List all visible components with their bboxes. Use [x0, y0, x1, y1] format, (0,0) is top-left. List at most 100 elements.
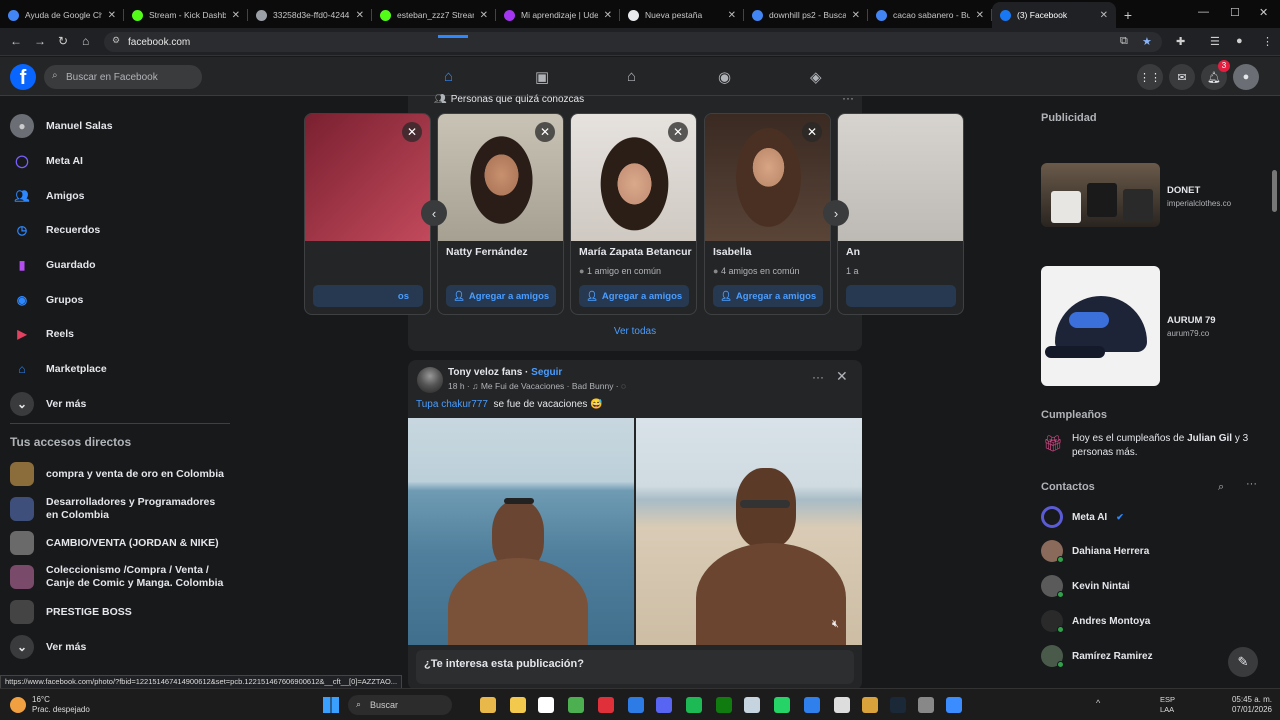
files-icon[interactable]: [510, 697, 526, 713]
contact-item[interactable]: Kevin Nintai: [1041, 574, 1130, 598]
follow-button[interactable]: Seguir: [531, 367, 562, 378]
weather-widget[interactable]: 16°C Prac. despejado: [32, 695, 90, 715]
steam-icon[interactable]: [890, 697, 906, 713]
person-name[interactable]: An: [846, 246, 860, 258]
mute-icon[interactable]: 🔇︎: [832, 618, 839, 631]
capture-icon[interactable]: [918, 697, 934, 713]
home-nav-icon[interactable]: ⌂: [444, 68, 453, 85]
steam-icon[interactable]: [744, 697, 760, 713]
browser-tab[interactable]: Ayuda de Google Ch ✕: [0, 2, 124, 28]
vscode-icon[interactable]: [804, 697, 820, 713]
ad-image[interactable]: [1041, 266, 1160, 386]
sidebar-item[interactable]: 👥︎ Amigos: [10, 181, 84, 211]
new-tab-button[interactable]: +: [1116, 2, 1140, 28]
facebook-logo-icon[interactable]: f: [10, 64, 36, 90]
carousel-prev-icon[interactable]: ‹: [421, 200, 447, 226]
start-icon[interactable]: [323, 697, 339, 713]
author-avatar[interactable]: [417, 367, 443, 393]
gaming-nav-icon[interactable]: ◈: [810, 68, 822, 86]
more-options-icon[interactable]: ···: [812, 370, 824, 384]
contact-item[interactable]: Meta AI ✔: [1041, 505, 1124, 529]
sidebar-item[interactable]: ◉ Grupos: [10, 285, 84, 315]
weather-icon[interactable]: [10, 697, 26, 713]
person-name[interactable]: Isabella: [713, 246, 752, 258]
sidebar-item[interactable]: ⌂ Marketplace: [10, 354, 106, 384]
scrollbar[interactable]: [1272, 170, 1277, 212]
browser-tab[interactable]: esteban_zzz7 Stream ✕: [372, 2, 496, 28]
ad-image[interactable]: [1041, 163, 1160, 227]
close-icon[interactable]: ✕: [535, 122, 555, 142]
carousel-next-icon[interactable]: ›: [823, 200, 849, 226]
sidebar-item[interactable]: ▮ Guardado: [10, 250, 96, 280]
browser-tab[interactable]: Stream - Kick Dashbo ✕: [124, 2, 248, 28]
sidebar-item[interactable]: ◷ Recuerdos: [10, 215, 101, 245]
browser-tab[interactable]: 33258d3e-ffd0-4244 ✕: [248, 2, 372, 28]
close-tab-icon[interactable]: ✕: [728, 10, 736, 21]
add-friend-button[interactable]: 👤︎ Agregar a amigos: [446, 285, 556, 307]
see-all-link[interactable]: Ver todas: [408, 326, 862, 337]
close-icon[interactable]: ✕: [402, 122, 422, 142]
app-icon[interactable]: [862, 697, 878, 713]
taskbar-search[interactable]: ⌕ Buscar: [348, 695, 452, 715]
search-icon[interactable]: ⌕: [1218, 481, 1224, 494]
close-tab-icon[interactable]: ✕: [108, 10, 116, 21]
add-friend-button[interactable]: os: [313, 285, 423, 307]
person-name[interactable]: María Zapata Betancur: [579, 246, 692, 258]
url-bar[interactable]: ⚙ facebook.com: [104, 32, 1162, 52]
close-tab-icon[interactable]: ✕: [852, 10, 860, 21]
close-tab-icon[interactable]: ✕: [976, 10, 984, 21]
sidebar-item[interactable]: ⌄ Ver más: [10, 389, 86, 419]
messenger-icon[interactable]: ✉: [1169, 64, 1195, 90]
browser-tab[interactable]: downhill ps2 - Buscar ✕: [744, 2, 868, 28]
spotify-icon[interactable]: [686, 697, 702, 713]
close-icon[interactable]: ✕: [668, 122, 688, 142]
mouse-icon[interactable]: [834, 697, 850, 713]
language-indicator[interactable]: ESP LAA: [1160, 695, 1175, 715]
forward-icon[interactable]: →: [34, 34, 46, 48]
add-friend-button[interactable]: 👤︎ Agregar a amigos: [713, 285, 823, 307]
install-icon[interactable]: ⧉: [1120, 35, 1128, 48]
browser-tab[interactable]: Mi aprendizaje | Ude ✕: [496, 2, 620, 28]
whatsapp-icon[interactable]: [774, 697, 790, 713]
bookmark-star-icon[interactable]: ★: [1142, 35, 1152, 48]
shortcut-item[interactable]: ⌄ Ver más: [10, 625, 230, 669]
account-avatar[interactable]: ●: [1233, 64, 1259, 90]
minimize-icon[interactable]: —: [1198, 6, 1209, 18]
add-friend-button[interactable]: [846, 285, 956, 307]
tray-chevron-icon[interactable]: ^: [1096, 698, 1100, 708]
sidebar-item[interactable]: ◯ Meta AI: [10, 146, 83, 176]
ad-name[interactable]: DONET: [1167, 185, 1200, 196]
store-icon[interactable]: [538, 697, 554, 713]
arrow-icon[interactable]: [946, 697, 962, 713]
ad-name[interactable]: AURUM 79: [1167, 315, 1216, 326]
profile-icon[interactable]: ●: [1236, 35, 1243, 47]
discord-icon[interactable]: [656, 697, 672, 713]
close-tab-icon[interactable]: ✕: [1100, 10, 1108, 21]
close-icon[interactable]: ✕: [802, 122, 822, 142]
more-options-icon[interactable]: ···: [842, 91, 854, 105]
sidebar-item[interactable]: ▶ Reels: [10, 319, 74, 349]
reload-icon[interactable]: ↻: [58, 34, 68, 48]
close-icon[interactable]: ✕: [836, 368, 848, 385]
close-tab-icon[interactable]: ✕: [604, 10, 612, 21]
person-name[interactable]: Natty Fernández: [446, 246, 528, 258]
facebook-search[interactable]: ⌕ Buscar en Facebook: [44, 65, 202, 89]
tagged-user[interactable]: Tupa chakur777: [416, 399, 488, 410]
contact-item[interactable]: Ramírez Ramirez: [1041, 644, 1153, 668]
system-clock[interactable]: 05:45 a. m. 07/01/2026: [1194, 695, 1272, 715]
post-image[interactable]: [408, 418, 634, 645]
author-name[interactable]: Tony veloz fans: [448, 367, 522, 378]
folder-icon[interactable]: [480, 697, 496, 713]
contact-item[interactable]: Andres Montoya: [1041, 609, 1150, 633]
marketplace-nav-icon[interactable]: ⌂: [627, 68, 636, 85]
birthday-text[interactable]: Hoy es el cumpleaños de Julian Gil y 3 p…: [1072, 432, 1252, 460]
menu-grid-icon[interactable]: ⋮⋮: [1137, 64, 1163, 90]
sidebar-item[interactable]: ● Manuel Salas: [10, 111, 113, 141]
site-info-icon[interactable]: ⚙: [112, 35, 120, 46]
maximize-icon[interactable]: ☐: [1230, 6, 1240, 19]
contact-item[interactable]: Dahiana Herrera: [1041, 539, 1149, 563]
close-tab-icon[interactable]: ✕: [480, 10, 488, 21]
new-message-icon[interactable]: ✎: [1228, 647, 1258, 677]
close-tab-icon[interactable]: ✕: [356, 10, 364, 21]
browser-tab[interactable]: (3) Facebook ✕: [992, 2, 1116, 28]
